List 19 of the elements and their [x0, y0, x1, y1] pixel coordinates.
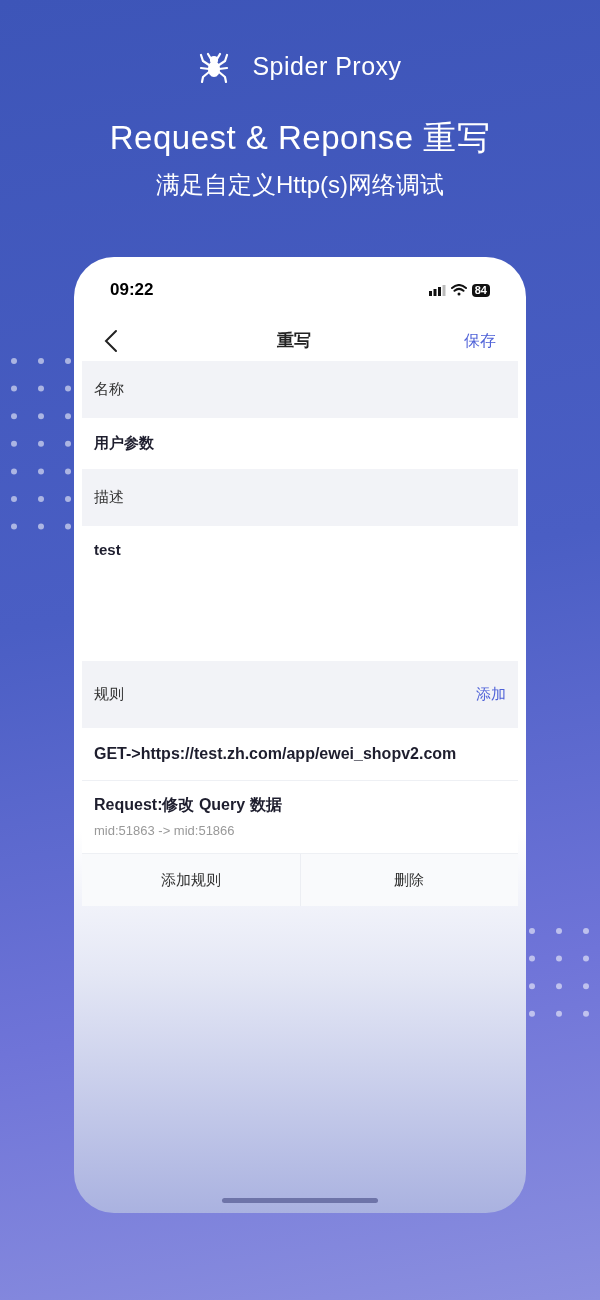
section-label: 描述 — [94, 487, 124, 508]
spider-icon — [198, 51, 231, 83]
rule-detail: mid:51863 -> mid:51866 — [94, 822, 236, 841]
signal-icon — [428, 284, 446, 296]
headline: Request & Reponse 重写 — [109, 118, 491, 158]
rule-title: Request:修改 Query 数据 — [94, 795, 283, 816]
brand-name: Spider Proxy — [252, 51, 402, 83]
section-label: 名称 — [94, 379, 124, 400]
wifi-icon — [450, 284, 467, 296]
action-button[interactable]: 删除 — [299, 854, 518, 906]
nav-title: 重写 — [276, 330, 312, 353]
status-time: 09:22 — [110, 279, 154, 302]
battery-icon: 84 — [471, 283, 490, 297]
subheadline: 满足自定义Http(s)网络调试 — [156, 170, 444, 200]
save-button[interactable]: 保存 — [464, 329, 496, 353]
section-label: 规则 — [94, 684, 124, 705]
back-icon[interactable] — [104, 329, 118, 353]
add-link[interactable]: 添加 — [476, 683, 506, 706]
rule-title: GET->https://test.zh.com/app/ewei_shopv2.com — [94, 744, 458, 764]
